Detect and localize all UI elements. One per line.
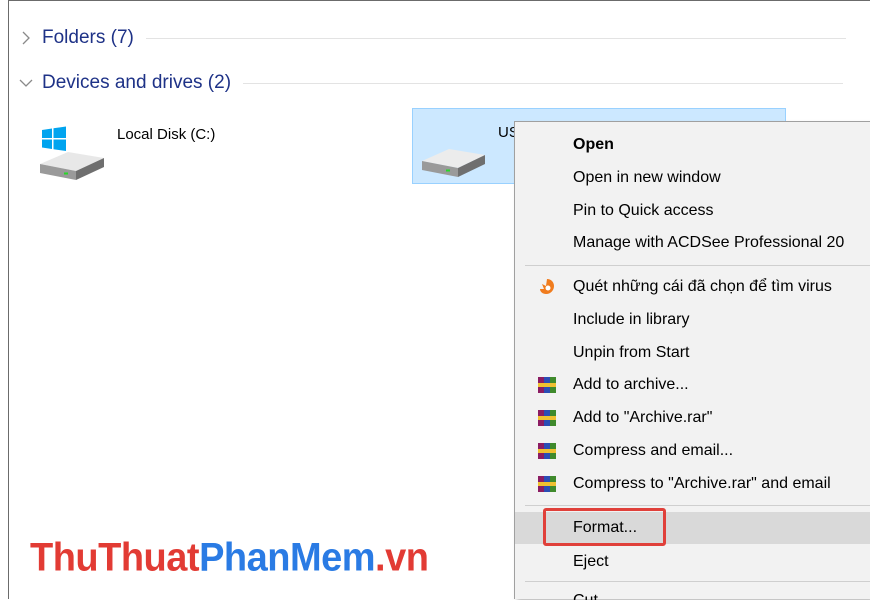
menu-item-unpin-start[interactable]: Unpin from Start bbox=[515, 337, 870, 369]
menu-item-open[interactable]: Open bbox=[515, 129, 870, 161]
menu-item-label: Eject bbox=[573, 553, 609, 570]
menu-separator bbox=[525, 505, 870, 506]
group-divider bbox=[145, 37, 846, 39]
menu-item-label: Open in new window bbox=[573, 169, 721, 186]
menu-item-scan-virus[interactable]: Quét những cái đã chọn để tìm virus bbox=[515, 271, 870, 303]
menu-item-include-library[interactable]: Include in library bbox=[515, 304, 870, 336]
menu-item-label: Manage with ACDSee Professional 20 bbox=[573, 234, 845, 251]
format-highlight-annotation bbox=[543, 508, 666, 546]
menu-item-label: Include in library bbox=[573, 311, 690, 328]
menu-item-label: Pin to Quick access bbox=[573, 202, 714, 219]
menu-item-add-archive-rar[interactable]: Add to "Archive.rar" bbox=[515, 402, 870, 434]
menu-item-add-archive[interactable]: Add to archive... bbox=[515, 369, 870, 401]
menu-item-manage-acdsee[interactable]: Manage with ACDSee Professional 20 bbox=[515, 227, 870, 259]
menu-item-label: Unpin from Start bbox=[573, 344, 690, 361]
watermark-part: ThuThuat bbox=[30, 535, 200, 581]
menu-item-label: Compress and email... bbox=[573, 442, 734, 459]
menu-item-label: Open bbox=[573, 136, 614, 153]
windows-drive-icon bbox=[40, 126, 104, 180]
drive-label: Local Disk (C:) bbox=[117, 126, 216, 143]
group-header-folders[interactable]: Folders (7) bbox=[19, 27, 846, 49]
group-label-devices: Devices and drives (2) bbox=[42, 72, 232, 93]
drive-local-disk-c[interactable]: Local Disk (C:) bbox=[38, 124, 318, 184]
group-divider bbox=[243, 82, 844, 84]
usb-drive-icon bbox=[422, 149, 485, 177]
menu-separator bbox=[525, 581, 870, 582]
watermark-part: .vn bbox=[375, 535, 429, 581]
menu-item-eject[interactable]: Eject bbox=[515, 546, 870, 578]
winrar-icon bbox=[538, 476, 556, 492]
chevron-right-icon[interactable] bbox=[19, 31, 33, 45]
winrar-icon bbox=[538, 443, 556, 459]
group-header-devices[interactable]: Devices and drives (2) bbox=[19, 72, 844, 94]
menu-item-label: Add to "Archive.rar" bbox=[573, 409, 713, 426]
menu-item-label: Compress to "Archive.rar" and email bbox=[573, 475, 831, 492]
menu-item-label: Add to archive... bbox=[573, 376, 689, 393]
menu-item-pin-quick-access[interactable]: Pin to Quick access bbox=[515, 195, 870, 227]
watermark-part: PhanMem bbox=[199, 535, 376, 581]
avast-icon bbox=[540, 279, 554, 294]
menu-item-cut[interactable]: Cut bbox=[515, 585, 870, 600]
menu-item-open-new-window[interactable]: Open in new window bbox=[515, 162, 870, 194]
group-label-folders: Folders (7) bbox=[42, 27, 134, 48]
winrar-icon bbox=[538, 410, 556, 426]
menu-item-compress-email[interactable]: Compress and email... bbox=[515, 435, 870, 467]
menu-item-label: Quét những cái đã chọn để tìm virus bbox=[573, 278, 832, 295]
winrar-icon bbox=[538, 377, 556, 393]
watermark-logo: ThuThuatPhanMem.vn bbox=[30, 535, 429, 581]
chevron-down-icon[interactable] bbox=[19, 76, 33, 90]
menu-item-compress-rar-email[interactable]: Compress to "Archive.rar" and email bbox=[515, 468, 870, 500]
menu-separator bbox=[525, 265, 870, 266]
